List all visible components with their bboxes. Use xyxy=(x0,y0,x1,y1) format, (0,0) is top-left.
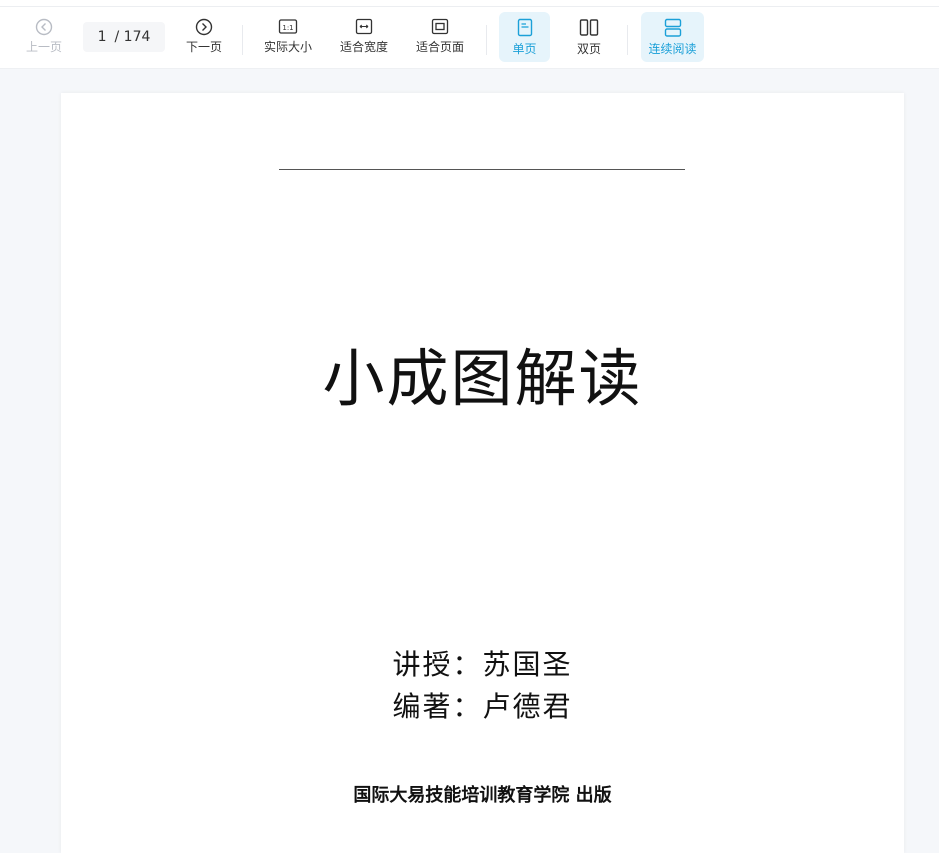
prev-page-button[interactable]: 上一页 xyxy=(22,12,66,62)
actual-size-icon: 1:1 xyxy=(278,19,298,34)
continuous-read-icon xyxy=(664,18,681,37)
chevron-left-circle-icon xyxy=(35,18,53,36)
editor-line: 编著：卢德君 xyxy=(392,690,573,723)
lecturer-line: 讲授：苏国圣 xyxy=(392,648,573,681)
actual-size-label: 实际大小 xyxy=(263,40,312,54)
next-page-label: 下一页 xyxy=(185,40,222,54)
viewer-toolbar: 上一页 1 / 174 下一页 1:1 实际大小 适合宽度 适合页面 单页 双页… xyxy=(0,7,939,69)
toolbar-divider xyxy=(486,25,487,55)
document-title: 小成图解读 xyxy=(322,342,643,415)
fit-width-label: 适合宽度 xyxy=(339,40,388,54)
single-page-label: 单页 xyxy=(512,42,537,56)
fit-page-button[interactable]: 适合页面 xyxy=(410,12,470,62)
single-page-button[interactable]: 单页 xyxy=(499,12,550,62)
toolbar-divider xyxy=(242,25,243,55)
total-pages: / 174 xyxy=(114,29,151,45)
fit-width-button[interactable]: 适合宽度 xyxy=(334,12,394,62)
double-page-icon xyxy=(579,19,599,36)
actual-size-icon-text: 1:1 xyxy=(282,24,293,32)
chevron-right-circle-icon xyxy=(195,18,213,36)
fit-width-icon xyxy=(355,18,373,35)
header-rule xyxy=(279,169,685,170)
continuous-read-label: 连续阅读 xyxy=(648,42,697,56)
page-indicator[interactable]: 1 / 174 xyxy=(83,22,165,52)
next-page-button[interactable]: 下一页 xyxy=(182,12,226,62)
double-page-label: 双页 xyxy=(576,42,601,56)
window-top-strip xyxy=(0,0,939,7)
single-page-icon xyxy=(517,18,532,37)
fit-page-label: 适合页面 xyxy=(415,40,464,54)
toolbar-divider xyxy=(627,25,628,55)
fit-page-icon xyxy=(431,18,449,35)
continuous-read-button[interactable]: 连续阅读 xyxy=(641,12,704,62)
publisher-line: 国际大易技能培训教育学院 出版 xyxy=(353,785,612,806)
double-page-button[interactable]: 双页 xyxy=(564,12,614,62)
prev-page-label: 上一页 xyxy=(25,40,62,54)
actual-size-button[interactable]: 1:1 实际大小 xyxy=(258,12,318,62)
document-page: 小成图解读 讲授：苏国圣 编著：卢德君 国际大易技能培训教育学院 出版 xyxy=(61,93,904,853)
current-page-number[interactable]: 1 xyxy=(98,29,107,45)
